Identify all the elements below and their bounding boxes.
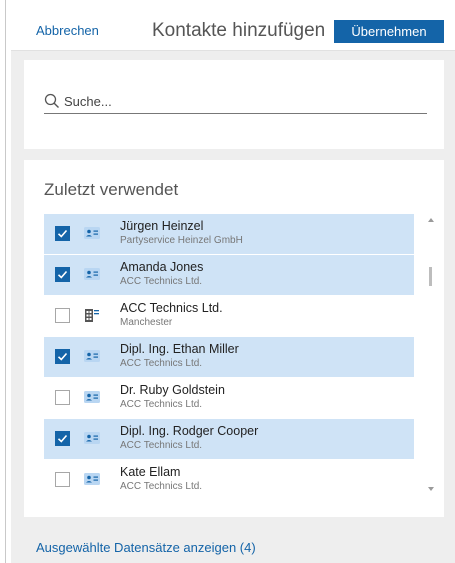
checkmark-icon [57, 352, 68, 361]
contact-subtitle: ACC Technics Ltd. [120, 399, 203, 410]
contact-card-icon [84, 268, 100, 280]
contact-subtitle: ACC Technics Ltd. [120, 358, 203, 369]
company-building-icon [85, 309, 99, 322]
contact-subtitle: ACC Technics Ltd. [120, 481, 203, 492]
header-bar: Abbrechen Kontakte hinzufügen Übernehmen [11, 0, 455, 51]
contact-card-icon [84, 432, 100, 444]
contact-row[interactable]: Kate Ellam ACC Technics Ltd. [44, 460, 414, 500]
contact-row[interactable]: ACC Technics Ltd. Manchester [44, 296, 414, 336]
search-icon [44, 93, 59, 108]
page-title: Kontakte hinzufügen [152, 20, 326, 41]
checkmark-icon [57, 434, 68, 443]
contact-card-icon [84, 473, 100, 485]
cancel-link[interactable]: Abbrechen [36, 23, 99, 38]
add-contacts-panel: Abbrechen Kontakte hinzufügen Übernehmen… [11, 0, 455, 563]
contact-card-icon [84, 391, 100, 403]
checkmark-icon [57, 270, 68, 279]
contact-row[interactable]: Jürgen Heinzel Partyservice Heinzel GmbH [44, 214, 414, 254]
accept-button[interactable]: Übernehmen [334, 20, 444, 43]
search-input[interactable] [64, 91, 424, 111]
contact-subtitle: ACC Technics Ltd. [120, 276, 203, 287]
contact-card-icon [84, 350, 100, 362]
contact-subtitle: ACC Technics Ltd. [120, 440, 203, 451]
contact-name: Dipl. Ing. Rodger Cooper [120, 424, 259, 438]
checkbox-unchecked[interactable] [55, 308, 70, 323]
contact-row[interactable]: Dipl. Ing. Ethan Miller ACC Technics Ltd. [44, 337, 414, 377]
checkbox-unchecked[interactable] [55, 390, 70, 405]
window-edge [0, 0, 6, 563]
contact-name: Jürgen Heinzel [120, 219, 204, 233]
contact-card-icon [84, 227, 100, 239]
section-title: Zuletzt verwendet [44, 180, 179, 199]
scrollbar-thumb[interactable] [429, 267, 432, 286]
recent-contacts-card: Zuletzt verwendet Jürgen Heinzel Partyser… [24, 160, 444, 517]
checkbox-checked[interactable] [55, 431, 70, 446]
checkmark-icon [57, 229, 68, 238]
contact-row[interactable]: Dipl. Ing. Rodger Cooper ACC Technics Ltd… [44, 419, 414, 459]
contact-name: Dipl. Ing. Ethan Miller [120, 342, 239, 356]
contact-name: Kate Ellam [120, 465, 181, 479]
contact-name: Amanda Jones [120, 260, 204, 274]
checkbox-checked[interactable] [55, 267, 70, 282]
contact-name: Dr. Ruby Goldstein [120, 383, 225, 397]
checkbox-checked[interactable] [55, 349, 70, 364]
checkbox-unchecked[interactable] [55, 472, 70, 487]
search-card [24, 60, 444, 149]
contact-list: Jürgen Heinzel Partyservice Heinzel GmbH A… [44, 214, 414, 501]
scroll-down-arrow-icon[interactable] [427, 486, 435, 492]
search-box[interactable] [44, 91, 427, 114]
contact-row[interactable]: Dr. Ruby Goldstein ACC Technics Ltd. [44, 378, 414, 418]
contact-subtitle: Manchester [120, 317, 173, 328]
contact-subtitle: Partyservice Heinzel GmbH [120, 235, 243, 246]
scroll-up-arrow-icon[interactable] [427, 217, 435, 223]
contact-row[interactable]: Amanda Jones ACC Technics Ltd. [44, 255, 414, 295]
contact-name: ACC Technics Ltd. [120, 301, 223, 315]
checkbox-checked[interactable] [55, 226, 70, 241]
show-selected-records-link[interactable]: Ausgewählte Datensätze anzeigen (4) [36, 540, 256, 555]
